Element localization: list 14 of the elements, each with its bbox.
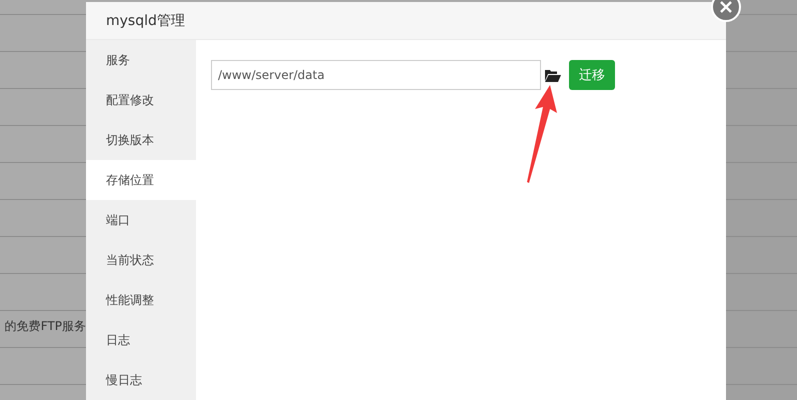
sidebar-item[interactable]: 存储位置 (86, 160, 196, 200)
folder-icon[interactable] (545, 69, 561, 82)
sidebar-item[interactable]: 慢日志 (86, 360, 196, 400)
close-icon (720, 1, 732, 13)
list-text: 的免费FTP服务 (4, 318, 86, 335)
sidebar-item[interactable]: 服务 (86, 40, 196, 80)
dialog-title: mysqld管理 (106, 12, 185, 30)
sidebar-item[interactable]: 日志 (86, 320, 196, 360)
sidebar-item[interactable]: 配置修改 (86, 80, 196, 120)
sidebar-item[interactable]: 当前状态 (86, 240, 196, 280)
sidebar-item[interactable]: 切换版本 (86, 120, 196, 160)
sidebar-item[interactable]: 端口 (86, 200, 196, 240)
path-field[interactable]: /www/server/data (211, 60, 541, 90)
sidebar-item[interactable]: 性能调整 (86, 280, 196, 320)
